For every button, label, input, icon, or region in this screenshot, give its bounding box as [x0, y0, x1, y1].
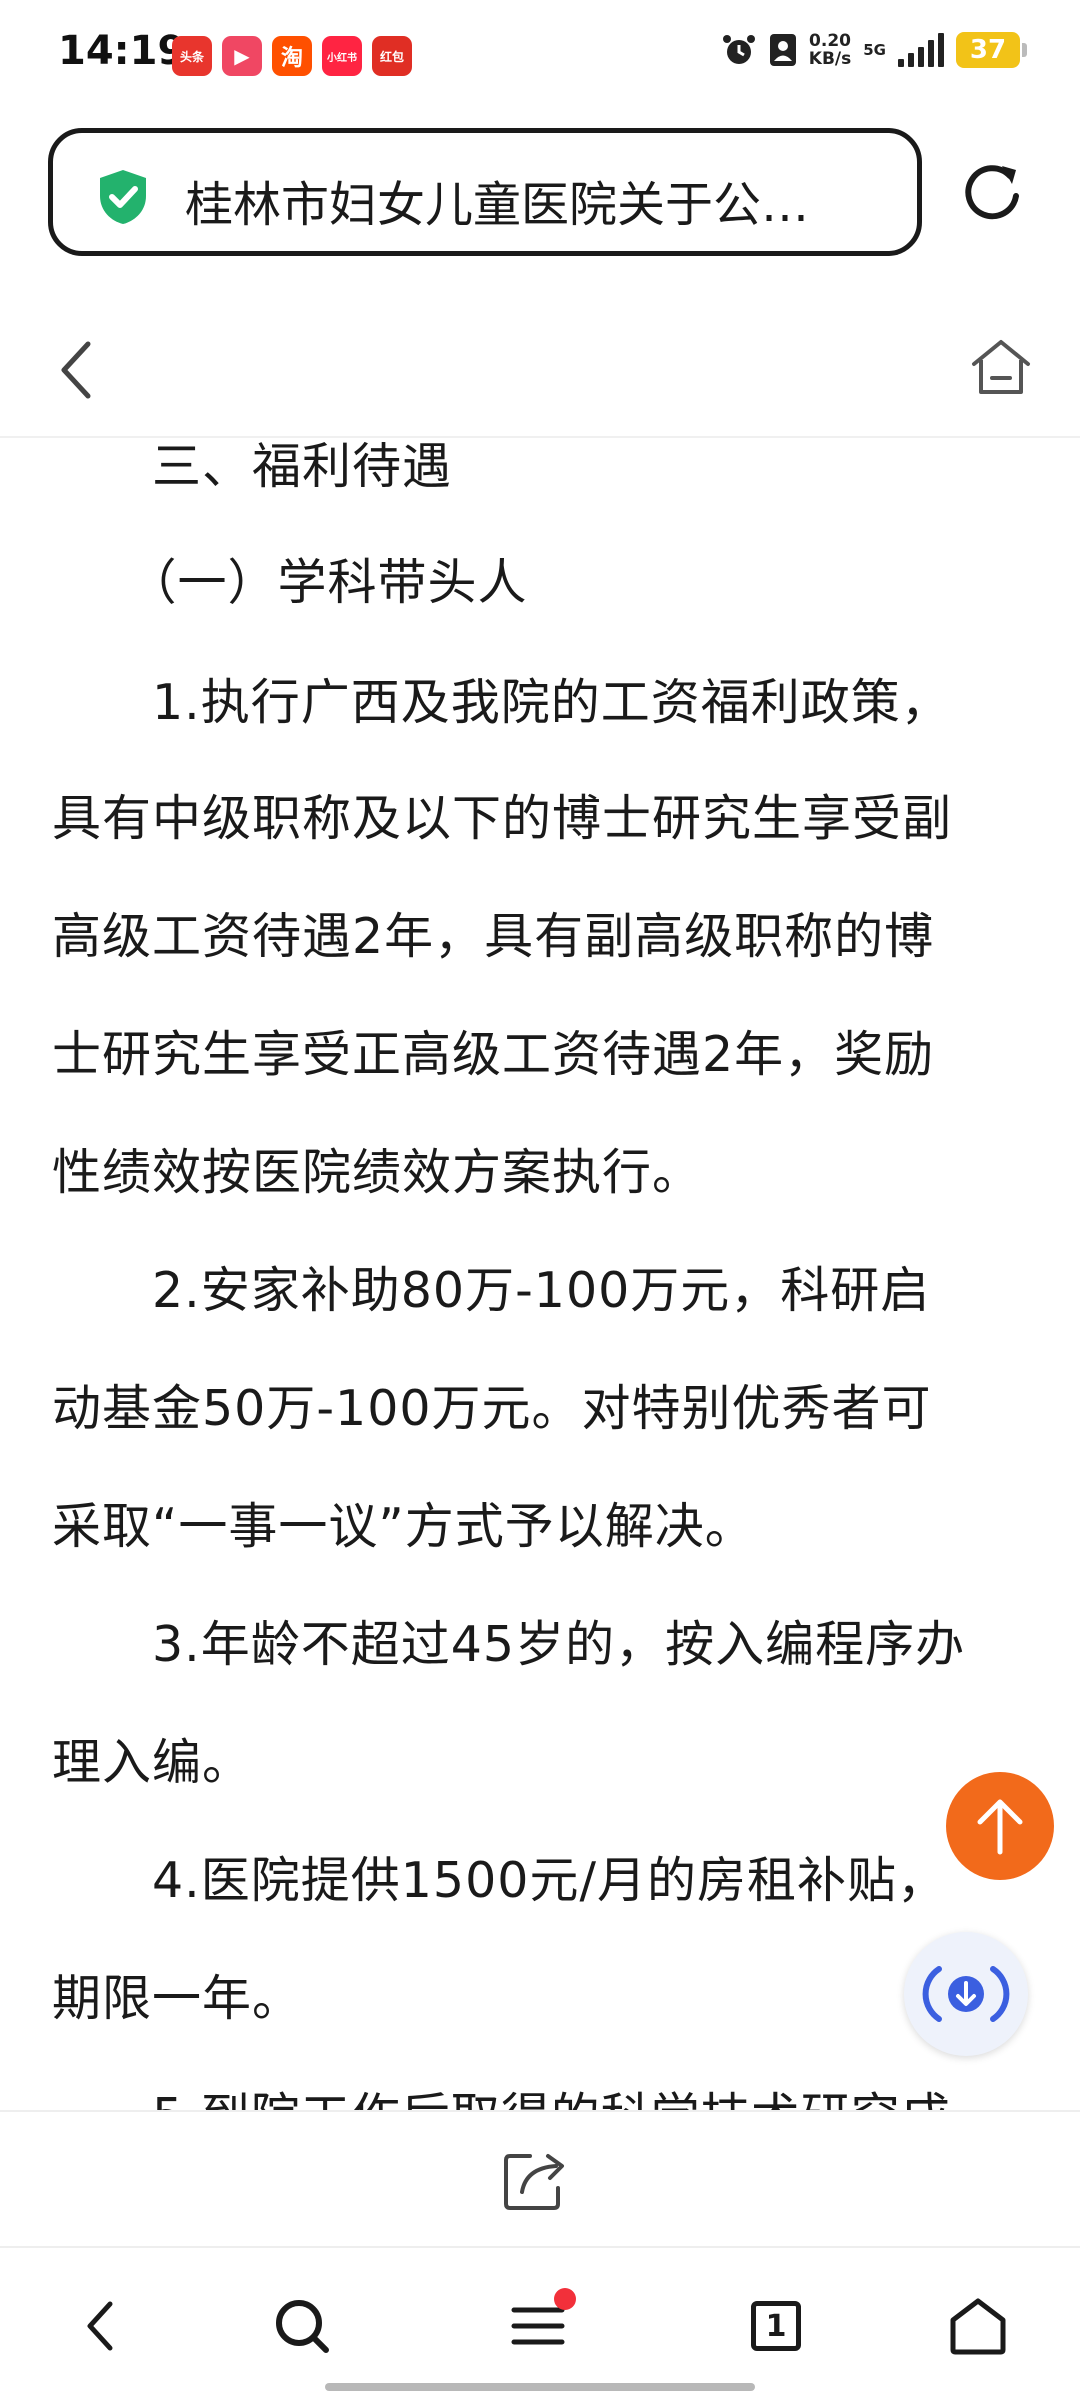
video-app-icon: ▶ — [222, 36, 262, 76]
article-line: 2.安家补助80万-100万元，科研启 — [52, 1262, 931, 1319]
notification-dot — [554, 2288, 576, 2310]
alarm-icon — [722, 35, 755, 64]
chevron-left-icon — [87, 2301, 113, 2351]
article-line: 4.医院提供1500元/月的房租补贴， — [52, 1852, 947, 1909]
network-type: 5G — [863, 41, 886, 59]
page-nav-row — [0, 300, 1080, 438]
article-line: 具有中级职称及以下的博士研究生享受副 — [52, 790, 953, 847]
tabs-count: 1 — [765, 2308, 787, 2344]
status-indicators: 0.20 KB/s 5G 37 — [721, 32, 1027, 68]
article-line: 三、福利待遇 — [52, 438, 453, 495]
article-content: 三、福利待遇 （一）学科带头人 1.执行广西及我院的工资福利政策， 具有中级职称… — [0, 438, 1080, 2110]
back-arrow-icon[interactable] — [52, 338, 102, 402]
arrow-up-icon — [977, 1799, 1023, 1855]
article-line: 1.执行广西及我院的工资福利政策， — [52, 674, 951, 731]
xiaohongshu-app-icon: 小红书 — [322, 36, 362, 76]
download-button[interactable] — [904, 1932, 1028, 2056]
nav-menu-button[interactable] — [498, 2286, 578, 2366]
article-line: 士研究生享受正高级工资待遇2年，奖励 — [52, 1026, 935, 1083]
scroll-to-top-button[interactable] — [946, 1772, 1054, 1880]
taobao-app-icon: 淘 — [272, 36, 312, 76]
gesture-bar — [325, 2383, 755, 2391]
article-line: 3.年龄不超过45岁的，按入编程序办 — [52, 1616, 966, 1673]
article-line: 采取“一事一议”方式予以解决。 — [52, 1498, 755, 1555]
toutiao-app-icon: 头条 — [172, 36, 212, 76]
article-line: 动基金50万-100万元。对特别优秀者可 — [52, 1380, 932, 1437]
bottom-navigation: 1 — [0, 2246, 1080, 2400]
article-line: 理入编。 — [52, 1734, 253, 1791]
address-bar-page-title[interactable]: 桂林市妇女儿童医院关于公… — [185, 165, 809, 235]
share-icon[interactable] — [500, 2144, 572, 2214]
nav-home-button[interactable] — [938, 2286, 1018, 2366]
refresh-icon[interactable] — [958, 158, 1028, 228]
signal-strength-icon — [898, 33, 944, 67]
home-outline-icon — [950, 2298, 1006, 2355]
article-line: 期限一年。 — [52, 1970, 303, 2027]
battery-indicator: 37 — [956, 32, 1027, 68]
status-bar: 14:19 头条 ▶ 淘 小红书 红包 0.20 KB/s 5G 37 — [0, 0, 1080, 110]
share-bar — [0, 2110, 1080, 2246]
address-bar[interactable]: 桂林市妇女儿童医院关于公… — [48, 128, 922, 256]
tabs-icon: 1 — [751, 2301, 801, 2351]
contact-card-icon — [769, 34, 796, 66]
pinduoduo-app-icon: 红包 — [372, 36, 412, 76]
network-speed-value: 0.20 — [809, 31, 851, 51]
article-line: 性绩效按医院绩效方案执行。 — [52, 1144, 703, 1201]
network-speed-unit: KB/s — [808, 49, 852, 69]
nav-search-button[interactable] — [262, 2286, 342, 2366]
security-shield-icon — [100, 170, 146, 224]
network-speed: 0.20 KB/s — [809, 32, 851, 68]
nav-tabs-button[interactable]: 1 — [736, 2286, 816, 2366]
search-icon — [276, 2300, 329, 2353]
article-line: 5.到院工作后取得的科学技术研究成 — [52, 2058, 1032, 2110]
download-icon — [922, 1966, 1010, 2022]
home-icon[interactable] — [968, 336, 1034, 398]
status-time: 14:19 — [58, 28, 186, 74]
article-line: （一）学科带头人 — [52, 554, 528, 611]
article-line: 高级工资待遇2年，具有副高级职称的博 — [52, 908, 935, 965]
nav-back-button[interactable] — [60, 2286, 140, 2366]
notification-app-icons: 头条 ▶ 淘 小红书 红包 — [172, 36, 412, 76]
